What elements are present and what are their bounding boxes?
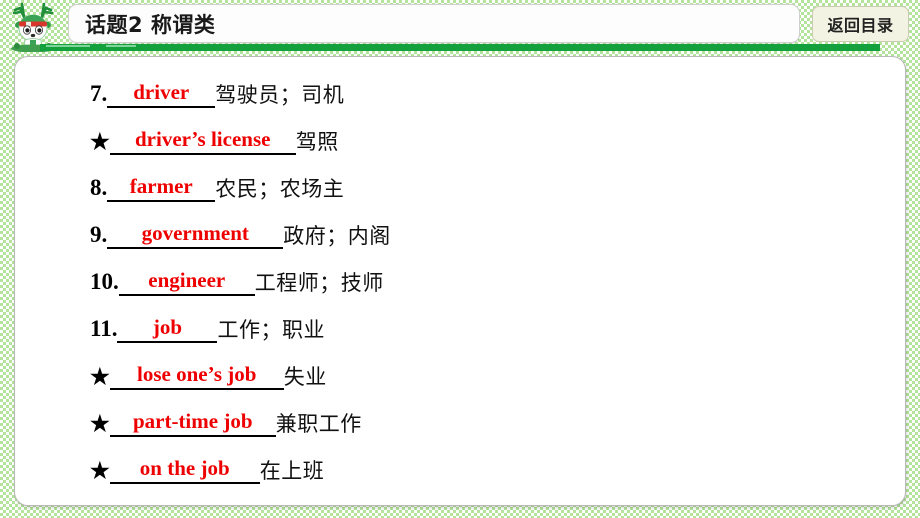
- entry-answer-blank: on the job: [109, 455, 260, 484]
- list-item: 9. government 政府；内阁: [15, 211, 905, 258]
- entry-meaning: 政府；内阁: [283, 223, 391, 248]
- header-accent-bar-highlight-left: [46, 45, 90, 47]
- entry-answer-blank: government: [107, 220, 284, 249]
- list-item: ★ part-time job 兼职工作: [15, 399, 905, 446]
- entry-marker: 8.: [90, 174, 108, 200]
- list-item: ★ on the job 在上班: [15, 446, 905, 493]
- entry-marker: 9.: [90, 221, 108, 247]
- list-item: ★ lose one’s job 失业: [15, 352, 905, 399]
- entry-marker-star-icon: ★: [90, 363, 110, 389]
- entry-meaning: 工作；职业: [217, 317, 325, 342]
- entry-marker-star-icon: ★: [90, 128, 110, 154]
- slide-title-box: 话题2 称谓类: [68, 4, 800, 43]
- list-item: ★ driver’s license 驾照: [15, 117, 905, 164]
- entry-answer-blank: job: [117, 314, 218, 343]
- entry-marker-star-icon: ★: [90, 457, 110, 483]
- entry-marker: 10.: [90, 268, 119, 294]
- entry-answer-blank: driver’s license: [109, 126, 296, 155]
- entry-meaning: 失业: [283, 364, 327, 389]
- entry-answer-blank: lose one’s job: [109, 361, 284, 390]
- list-item: 8. farmer 农民；农场主: [15, 164, 905, 211]
- back-to-contents-label: 返回目录: [827, 16, 894, 35]
- entry-answer-blank: farmer: [107, 173, 216, 202]
- header-accent-bar: [40, 44, 880, 51]
- entry-answer-blank: driver: [107, 79, 216, 108]
- entry-meaning: 驾照: [295, 129, 339, 154]
- list-item: 7. driver 驾驶员；司机: [15, 70, 905, 117]
- entry-meaning: 工程师；技师: [254, 270, 384, 295]
- entry-marker-star-icon: ★: [90, 410, 110, 436]
- vocabulary-entry-list: 7. driver 驾驶员；司机 ★ driver’s license 驾照 8…: [15, 57, 905, 493]
- entry-meaning: 农民；农场主: [215, 176, 345, 201]
- slide-header: 话题2 称谓类 返回目录: [0, 0, 920, 53]
- entry-meaning: 兼职工作: [275, 411, 362, 436]
- entry-marker: 7.: [90, 80, 108, 106]
- vocabulary-content-card: 7. driver 驾驶员；司机 ★ driver’s license 驾照 8…: [14, 56, 906, 506]
- header-accent-bar-highlight-right: [106, 45, 136, 47]
- entry-meaning: 驾驶员；司机: [215, 82, 345, 107]
- entry-answer-blank: part-time job: [109, 408, 276, 437]
- entry-answer-blank: engineer: [118, 267, 255, 296]
- entry-meaning: 在上班: [259, 458, 325, 483]
- page-title: 话题2 称谓类: [85, 12, 216, 37]
- back-to-contents-button[interactable]: 返回目录: [812, 6, 909, 42]
- entry-marker: 11.: [90, 315, 118, 341]
- list-item: 10. engineer 工程师；技师: [15, 258, 905, 305]
- list-item: 11. job 工作；职业: [15, 305, 905, 352]
- slide-background: 话题2 称谓类 返回目录 7. driver 驾驶员；司机 ★ driver’s…: [0, 0, 920, 518]
